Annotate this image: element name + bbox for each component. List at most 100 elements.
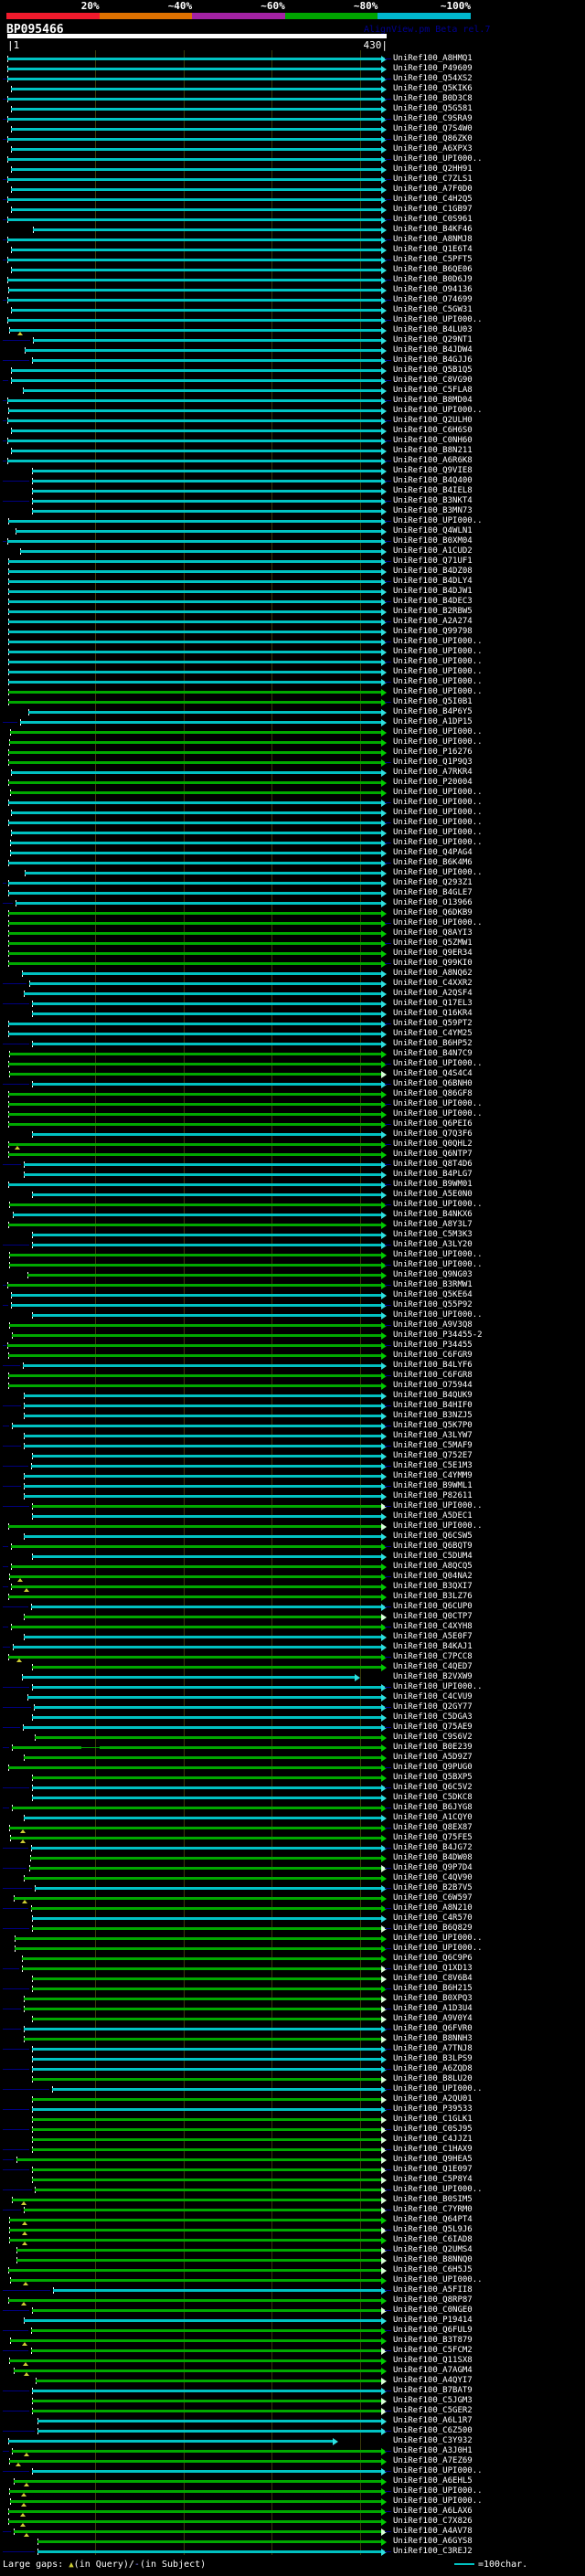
hit-label[interactable]: UniRef100_UPI000.. [393,647,483,657]
hit-label[interactable]: UniRef100_Q99KI0 [393,959,473,969]
alignment-bar[interactable] [11,1294,381,1297]
hit-label[interactable]: UniRef100_C6H6S0 [393,426,473,436]
alignment-bar[interactable] [7,460,381,462]
alignment-bar[interactable] [9,1254,381,1256]
hit-label[interactable]: UniRef100_Q55P92 [393,1300,473,1310]
hit-label[interactable]: UniRef100_P19414 [393,2316,473,2326]
hit-label[interactable]: UniRef100_UPI000.. [393,1310,483,1320]
hit-label[interactable]: UniRef100_Q2ULH0 [393,416,473,426]
alignment-bar[interactable] [32,2068,381,2071]
hit-label[interactable]: UniRef100_B0XM04 [393,536,473,546]
alignment-bar[interactable] [8,1766,381,1769]
alignment-bar[interactable] [23,389,381,392]
hit-label[interactable]: UniRef100_UPI000.. [393,788,483,798]
alignment-bar[interactable] [33,339,381,342]
alignment-bar[interactable] [33,228,381,231]
alignment-bar[interactable] [32,1988,381,1990]
alignment-bar[interactable] [7,319,381,322]
alignment-bar[interactable] [8,2299,381,2302]
hit-label[interactable]: UniRef100_UPI000.. [393,2185,483,2195]
alignment-bar[interactable] [32,510,381,513]
alignment-bar[interactable] [14,1897,381,1900]
hit-label[interactable]: UniRef100_B2RBW5 [393,607,473,617]
alignment-bar[interactable] [15,1947,381,1950]
alignment-bar[interactable] [10,852,381,854]
alignment-bar[interactable] [8,620,381,623]
hit-label[interactable]: UniRef100_A1D3U4 [393,2004,473,2014]
hit-label[interactable]: UniRef100_Q4PAG4 [393,848,473,858]
hit-label[interactable]: UniRef100_C3REJ2 [393,2547,473,2557]
alignment-bar[interactable] [8,942,381,945]
alignment-bar[interactable] [7,1344,381,1347]
alignment-bar[interactable] [11,369,381,372]
alignment-bar[interactable] [8,1384,381,1387]
alignment-bar[interactable] [24,1435,381,1437]
alignment-bar[interactable] [11,429,381,432]
alignment-bar[interactable] [32,1083,381,1086]
alignment-bar[interactable] [8,691,381,694]
alignment-bar[interactable] [32,2138,381,2141]
alignment-bar[interactable] [23,1726,381,1729]
hit-label[interactable]: UniRef100_A1CQY0 [393,1813,473,1823]
alignment-bar[interactable] [32,1505,381,1508]
hit-label[interactable]: UniRef100_Q9VIE8 [393,466,473,476]
hit-label[interactable]: UniRef100_B0SIM5 [393,2195,473,2205]
alignment-bar[interactable] [8,932,381,935]
alignment-bar[interactable] [32,1977,381,1980]
alignment-bar[interactable] [32,2118,381,2121]
hit-label[interactable]: UniRef100_A6GYS8 [393,2537,473,2547]
hit-label[interactable]: UniRef100_Q75FE5 [393,1833,473,1843]
hit-label[interactable]: UniRef100_A9V3Q8 [393,1320,473,1330]
hit-label[interactable]: UniRef100_B0D3C8 [393,94,473,104]
hit-label[interactable]: UniRef100_B4DEC3 [393,597,473,607]
hit-label[interactable]: UniRef100_UPI000.. [393,1260,483,1270]
hit-label[interactable]: UniRef100_B4HIF0 [393,1401,473,1411]
alignment-bar[interactable] [32,1555,381,1558]
hit-label[interactable]: UniRef100_B4KAJ1 [393,1642,473,1652]
hit-label[interactable]: UniRef100_A4AV78 [393,2527,473,2537]
alignment-bar[interactable] [8,862,381,864]
hit-label[interactable]: UniRef100_A6EHL5 [393,2476,473,2486]
alignment-bar[interactable] [11,128,381,131]
hit-label[interactable]: UniRef100_C7YRM0 [393,2205,473,2215]
hit-label[interactable]: UniRef100_Q0QHL2 [393,1140,473,1150]
hit-label[interactable]: UniRef100_C4YMM9 [393,1471,473,1481]
alignment-bar[interactable] [11,168,381,171]
hit-label[interactable]: UniRef100_C0NGE0 [393,2306,473,2316]
alignment-bar[interactable] [8,520,381,523]
hit-label[interactable]: UniRef100_UPI000.. [393,315,483,325]
alignment-bar[interactable] [7,58,381,60]
alignment-bar[interactable] [8,1103,381,1106]
alignment-bar[interactable] [16,902,381,905]
alignment-bar[interactable] [10,842,381,844]
alignment-bar[interactable] [31,2329,381,2332]
alignment-bar[interactable] [24,1817,381,1819]
alignment-bar[interactable] [32,1927,381,1930]
alignment-bar[interactable] [8,761,381,764]
hit-label[interactable]: UniRef100_A8QCQ5 [393,1562,473,1572]
hit-label[interactable]: UniRef100_Q59PT2 [393,1019,473,1029]
hit-label[interactable]: UniRef100_Q1E097 [393,2165,473,2175]
alignment-bar[interactable] [32,2168,381,2171]
alignment-bar[interactable] [11,1585,381,1588]
alignment-bar[interactable] [9,1324,381,1327]
alignment-bar[interactable] [8,681,381,684]
alignment-bar[interactable] [53,2289,381,2292]
alignment-bar[interactable] [32,1012,381,1015]
hit-label[interactable]: UniRef100_A5D9Z7 [393,1753,473,1763]
alignment-bar[interactable] [13,1646,381,1648]
alignment-bar[interactable] [8,610,381,613]
hit-label[interactable]: UniRef100_B4JG72 [393,1843,473,1853]
alignment-bar[interactable] [22,972,381,975]
alignment-bar[interactable] [24,1998,381,2000]
hit-label[interactable]: UniRef100_Q1XD13 [393,1964,473,1974]
hit-label[interactable]: UniRef100_C5P8Y4 [393,2175,473,2185]
hit-label[interactable]: UniRef100_C1GLK1 [393,2115,473,2125]
alignment-bar[interactable] [8,892,381,895]
alignment-bar[interactable] [7,279,381,281]
alignment-bar[interactable] [9,2229,381,2231]
hit-label[interactable]: UniRef100_B4KF46 [393,225,473,235]
alignment-bar[interactable] [11,148,381,151]
hit-label[interactable]: UniRef100_A2QSF4 [393,989,473,999]
hit-label[interactable]: UniRef100_UPI000.. [393,818,483,828]
